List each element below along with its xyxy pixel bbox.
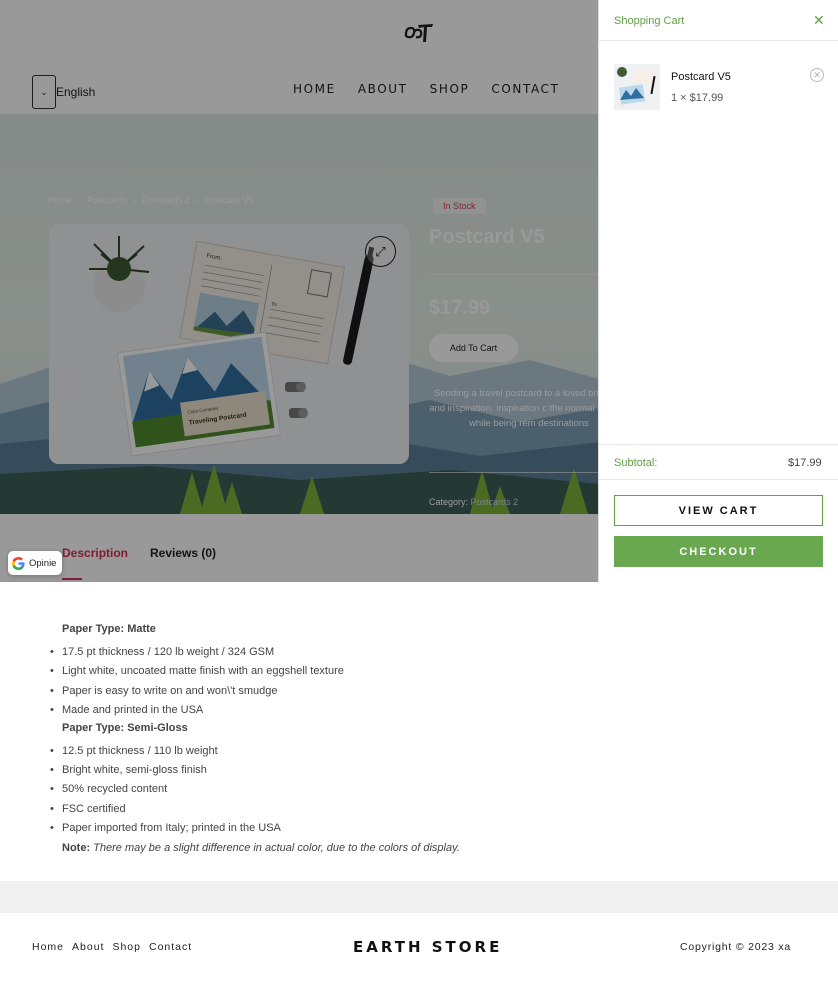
- copyright: Copyright © 2023 xa: [680, 941, 792, 953]
- remove-item-icon[interactable]: ✕: [810, 68, 824, 82]
- list-item: Made and printed in the USA: [50, 704, 562, 718]
- list-item: 50% recycled content: [50, 783, 562, 797]
- semigloss-list: 12.5 pt thickness / 110 lb weight Bright…: [50, 745, 562, 836]
- list-item: FSC certified: [50, 803, 562, 817]
- cart-subtotal: Subtotal: $17.99: [599, 444, 838, 480]
- opinie-label: Opinie: [29, 557, 57, 569]
- matte-list: 17.5 pt thickness / 120 lb weight / 324 …: [50, 646, 562, 718]
- note-label: Note:: [62, 841, 91, 854]
- cart-item-thumbnail[interactable]: [614, 64, 660, 110]
- close-icon[interactable]: ✕: [813, 12, 825, 29]
- list-item: Bright white, semi-gloss finish: [50, 764, 562, 778]
- site-footer: Home About Shop Contact EARTH STORE Copy…: [0, 913, 838, 982]
- cart-title: Shopping Cart: [614, 15, 685, 27]
- footer-links: Home About Shop Contact: [32, 941, 192, 953]
- cart-item-name[interactable]: Postcard V5: [671, 71, 731, 83]
- note-text: There may be a slight difference in actu…: [93, 841, 460, 854]
- checkout-button[interactable]: CHECKOUT: [614, 536, 823, 567]
- list-item: Paper is easy to write on and won\'t smu…: [50, 685, 562, 699]
- color-note: Note: There may be a slight difference i…: [62, 842, 562, 854]
- list-item: Paper imported from Italy; printed in th…: [50, 822, 562, 836]
- footer-brand: EARTH STORE: [353, 938, 503, 956]
- cart-header: Shopping Cart ✕: [599, 0, 838, 41]
- footer-link-shop[interactable]: Shop: [112, 941, 141, 953]
- shopping-cart-drawer: Shopping Cart ✕ Postcard V5 1 × $17.99 ✕…: [598, 0, 838, 583]
- postcard-thumbnail: [614, 64, 660, 110]
- cart-item-quantity-price: 1 × $17.99: [671, 92, 724, 104]
- cart-item: Postcard V5 1 × $17.99 ✕: [614, 64, 824, 114]
- footer-link-contact[interactable]: Contact: [149, 941, 192, 953]
- page-overlay[interactable]: [0, 0, 598, 582]
- description-content: Paper Type: Matte 17.5 pt thickness / 12…: [50, 623, 562, 854]
- footer-link-home[interactable]: Home: [32, 941, 64, 953]
- semigloss-heading: Paper Type: Semi-Gloss: [62, 721, 188, 734]
- google-icon: [12, 556, 25, 570]
- subtotal-label: Subtotal:: [614, 457, 658, 469]
- matte-heading: Paper Type: Matte: [62, 623, 156, 635]
- subtotal-value: $17.99: [788, 457, 822, 469]
- footer-band: [0, 881, 838, 913]
- list-item: 17.5 pt thickness / 120 lb weight / 324 …: [50, 646, 562, 660]
- list-item: 12.5 pt thickness / 110 lb weight: [50, 745, 562, 759]
- footer-link-about[interactable]: About: [72, 941, 104, 953]
- google-reviews-widget[interactable]: Opinie: [8, 551, 62, 575]
- list-item: Light white, uncoated matte finish with …: [50, 665, 562, 679]
- view-cart-button[interactable]: VIEW CART: [614, 495, 823, 526]
